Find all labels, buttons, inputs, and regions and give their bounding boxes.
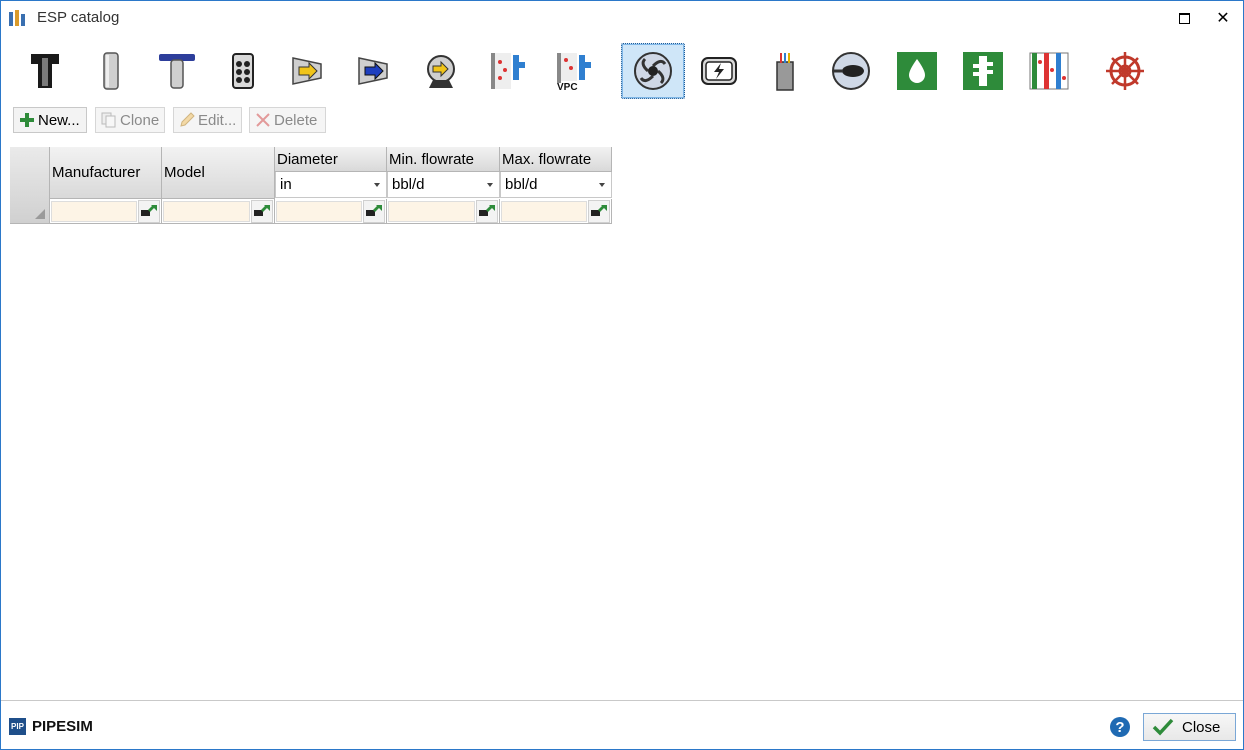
new-button[interactable]: New... xyxy=(13,107,87,133)
min-flowrate-unit-select[interactable]: bbl/d xyxy=(387,172,500,198)
column-manufacturer: Manufacturer xyxy=(50,147,162,224)
diameter-unit-select[interactable]: in xyxy=(275,172,387,198)
column-header-model[interactable]: Model xyxy=(162,147,275,199)
filter-input-min-flowrate[interactable] xyxy=(388,201,475,222)
esp-catalog-window: ESP catalog ✕ VPC New... Clone Edit... D… xyxy=(0,0,1244,750)
plus-icon xyxy=(20,113,34,127)
dropdown-arrow-icon xyxy=(599,183,605,187)
filter-cell-max-flowrate xyxy=(500,199,612,224)
filter-cell-manufacturer xyxy=(50,199,162,224)
footer-divider xyxy=(1,700,1243,701)
corner-triangle-icon xyxy=(35,209,45,219)
clone-button-label: Clone xyxy=(120,111,160,129)
copy-icon xyxy=(101,112,116,128)
edit-button-label: Edit... xyxy=(198,111,237,129)
help-icon[interactable]: ? xyxy=(1110,717,1130,737)
checkmark-icon xyxy=(1152,718,1174,736)
diameter-unit-value: in xyxy=(280,176,292,193)
clone-button[interactable]: Clone xyxy=(95,107,165,133)
catalog-grid: Manufacturer Model Diameter in Min. flow… xyxy=(10,147,612,224)
column-model: Model xyxy=(162,147,275,224)
separator-icon[interactable] xyxy=(475,43,539,99)
filter-input-diameter[interactable] xyxy=(276,201,362,222)
filter-button-min-flowrate[interactable] xyxy=(476,200,498,223)
pipesim-logo-icon: PIP xyxy=(9,718,26,735)
min-flowrate-unit-value: bbl/d xyxy=(392,176,425,193)
titlebar: ESP catalog ✕ xyxy=(1,1,1243,35)
column-header-diameter[interactable]: Diameter xyxy=(275,147,387,172)
column-header-manufacturer[interactable]: Manufacturer xyxy=(50,147,162,199)
max-flowrate-unit-value: bbl/d xyxy=(505,176,538,193)
tubing-icon[interactable] xyxy=(13,43,77,99)
column-diameter: Diameter in xyxy=(275,147,387,224)
gas-handler-icon[interactable] xyxy=(819,43,883,99)
maximize-icon xyxy=(1178,12,1190,24)
filter-input-model[interactable] xyxy=(163,201,250,222)
pencil-icon xyxy=(180,112,195,127)
window-title: ESP catalog xyxy=(37,9,120,26)
filter-icon xyxy=(141,205,157,216)
filter-icon xyxy=(591,205,607,216)
filter-icon xyxy=(366,205,382,216)
column-max-flowrate: Max. flowrate bbl/d xyxy=(500,147,612,224)
filter-icon xyxy=(254,205,270,216)
protector-icon[interactable] xyxy=(951,43,1015,99)
close-window-button[interactable]: ✕ xyxy=(1200,1,1244,35)
filter-input-max-flowrate[interactable] xyxy=(501,201,587,222)
close-button[interactable]: Close xyxy=(1143,713,1236,741)
dropdown-arrow-icon xyxy=(487,183,493,187)
filter-button-manufacturer[interactable] xyxy=(138,200,160,223)
delete-button-label: Delete xyxy=(274,111,318,129)
motor-icon[interactable] xyxy=(687,43,751,99)
catalog-type-toolbar: VPC xyxy=(11,41,1211,101)
dropdown-arrow-icon xyxy=(374,183,380,187)
vpc-separator-icon[interactable]: VPC xyxy=(541,43,605,99)
esp-pump-icon[interactable] xyxy=(621,43,685,99)
liquid-icon[interactable] xyxy=(885,43,949,99)
column-header-min-flowrate[interactable]: Min. flowrate xyxy=(387,147,500,172)
delete-button[interactable]: Delete xyxy=(249,107,326,133)
filter-button-diameter[interactable] xyxy=(363,200,385,223)
filter-button-model[interactable] xyxy=(251,200,273,223)
app-icon xyxy=(9,10,25,26)
filter-cell-model xyxy=(162,199,275,224)
close-button-label: Close xyxy=(1182,718,1221,736)
compressor-blue-icon[interactable] xyxy=(343,43,407,99)
delete-x-icon xyxy=(256,113,270,127)
filter-button-max-flowrate[interactable] xyxy=(588,200,610,223)
filter-cell-min-flowrate xyxy=(387,199,500,224)
filter-cell-diameter xyxy=(275,199,387,224)
column-min-flowrate: Min. flowrate bbl/d xyxy=(387,147,500,224)
pump-module-icon[interactable] xyxy=(211,43,275,99)
rotary-pump-icon[interactable] xyxy=(409,43,473,99)
multi-separator-icon[interactable] xyxy=(1017,43,1081,99)
svg-text:VPC: VPC xyxy=(557,82,578,92)
brand-name: PIPESIM xyxy=(32,718,93,735)
filter-icon xyxy=(479,205,495,216)
filter-input-manufacturer[interactable] xyxy=(51,201,137,222)
new-button-label: New... xyxy=(38,111,80,129)
packer-icon[interactable] xyxy=(145,43,209,99)
grid-corner[interactable] xyxy=(10,147,50,224)
compressor-yellow-icon[interactable] xyxy=(277,43,341,99)
casing-icon[interactable] xyxy=(79,43,143,99)
column-header-max-flowrate[interactable]: Max. flowrate xyxy=(500,147,612,172)
cable-icon[interactable] xyxy=(753,43,817,99)
max-flowrate-unit-select[interactable]: bbl/d xyxy=(500,172,612,198)
edit-button[interactable]: Edit... xyxy=(173,107,242,133)
wheel-icon[interactable] xyxy=(1093,43,1157,99)
